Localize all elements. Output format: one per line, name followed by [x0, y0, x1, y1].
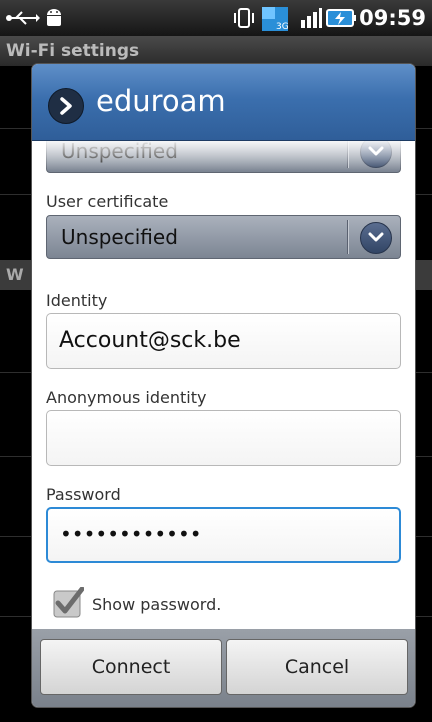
- signal-icon: [300, 7, 322, 29]
- status-time: 09:59: [359, 6, 426, 30]
- vibrate-icon: [232, 7, 256, 29]
- dialog-header: eduroam: [32, 64, 415, 141]
- identity-field[interactable]: Account@sck.be: [46, 313, 401, 369]
- show-password-label: Show password.: [92, 595, 222, 614]
- battery-charging-icon: [326, 7, 356, 29]
- connect-button[interactable]: Connect: [40, 639, 222, 695]
- divider: [347, 220, 348, 254]
- android-icon: [44, 7, 64, 29]
- dialog-title: eduroam: [96, 84, 226, 118]
- status-bar: 3G 09:59: [0, 0, 432, 36]
- user-certificate-value: Unspecified: [61, 225, 178, 249]
- user-certificate-spinner[interactable]: Unspecified: [46, 215, 401, 259]
- password-label: Password: [46, 485, 121, 504]
- data-transfer-icon: 3G: [262, 7, 289, 32]
- background-title: Wi-Fi settings: [0, 36, 432, 66]
- identity-value: Account@sck.be: [59, 328, 241, 353]
- user-certificate-label: User certificate: [46, 192, 169, 211]
- show-password-checkbox[interactable]: [52, 586, 85, 619]
- anonymous-identity-field[interactable]: [46, 410, 401, 466]
- password-value: ••••••••••••: [60, 522, 202, 546]
- divider: [347, 141, 348, 168]
- ca-certificate-value: Unspecified: [61, 141, 178, 163]
- password-field[interactable]: ••••••••••••: [46, 507, 401, 563]
- dialog-body[interactable]: Unspecified User certificate Unspecified…: [32, 141, 415, 629]
- wifi-network-dialog: eduroam Unspecified User certificate Uns…: [32, 64, 415, 707]
- usb-icon: [6, 8, 40, 33]
- ca-certificate-spinner[interactable]: Unspecified: [46, 141, 401, 173]
- dropdown-arrow-icon: [360, 141, 392, 168]
- dropdown-arrow-icon: [360, 222, 392, 254]
- identity-label: Identity: [46, 291, 108, 310]
- anonymous-identity-label: Anonymous identity: [46, 388, 207, 407]
- svg-text:3G: 3G: [276, 22, 288, 31]
- cancel-button[interactable]: Cancel: [226, 639, 408, 695]
- dialog-footer: Connect Cancel: [32, 629, 415, 707]
- chevron-right-icon: [48, 88, 84, 124]
